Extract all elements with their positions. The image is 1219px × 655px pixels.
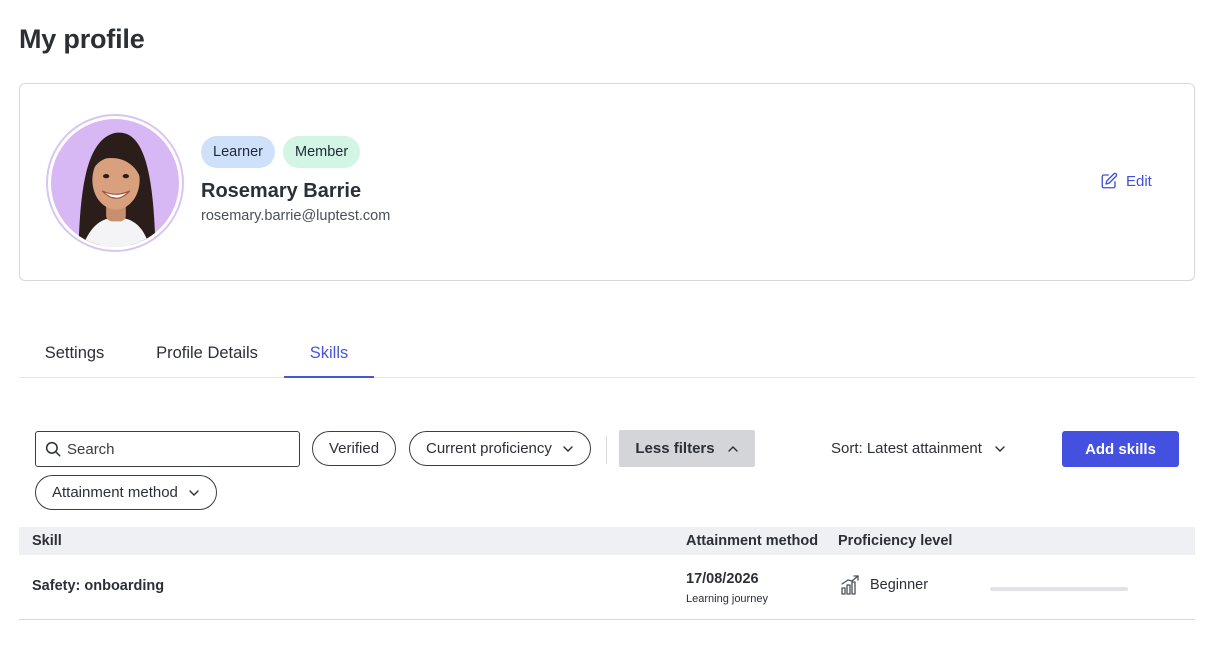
search-box[interactable]	[35, 431, 300, 467]
avatar	[51, 119, 179, 247]
proficiency-progress-bar	[990, 587, 1128, 591]
tab-skills[interactable]: Skills	[284, 331, 374, 378]
edit-icon	[1101, 172, 1118, 189]
proficiency-chart-icon	[841, 575, 859, 595]
current-proficiency-filter[interactable]: Current proficiency	[409, 431, 591, 466]
less-filters-button[interactable]: Less filters	[619, 430, 755, 467]
badge-learner: Learner	[201, 136, 275, 168]
attainment-method-label: Attainment method	[52, 484, 178, 501]
attainment-method-filter[interactable]: Attainment method	[35, 475, 217, 510]
search-input[interactable]	[67, 440, 287, 458]
current-proficiency-label: Current proficiency	[426, 440, 552, 457]
role-badges: Learner Member	[201, 136, 361, 168]
column-header-attainment-method: Attainment method	[686, 533, 819, 549]
profile-card: Learner Member Rosemary Barrie rosemary.…	[19, 83, 1195, 281]
table-row[interactable]: Safety: onboarding 17/08/2026 Learning j…	[19, 555, 1195, 620]
avatar-ring	[46, 114, 184, 252]
verified-label: Verified	[329, 440, 380, 457]
attainment-date: 17/08/2026	[686, 571, 759, 587]
edit-profile-button[interactable]: Edit	[1100, 172, 1152, 190]
column-header-skill: Skill	[32, 533, 62, 549]
sort-label: Sort: Latest attainment	[831, 440, 982, 457]
user-email: rosemary.barrie@luptest.com	[201, 208, 391, 224]
chevron-down-icon	[563, 445, 573, 452]
filter-divider	[606, 436, 607, 464]
tab-settings[interactable]: Settings	[43, 331, 106, 377]
edit-label: Edit	[1126, 172, 1152, 190]
chevron-up-icon	[727, 445, 738, 452]
attainment-method: Learning journey	[686, 593, 768, 605]
skill-name: Safety: onboarding	[32, 578, 165, 594]
chevron-down-icon	[995, 445, 1005, 452]
chevron-down-icon	[189, 489, 199, 496]
column-header-proficiency-level: Proficiency level	[838, 533, 953, 549]
search-icon	[45, 441, 61, 457]
user-name: Rosemary Barrie	[201, 180, 362, 202]
page-title: My profile	[19, 24, 145, 54]
proficiency-level: Beginner	[870, 577, 929, 593]
badge-member: Member	[282, 136, 361, 168]
less-filters-label: Less filters	[635, 440, 715, 457]
verified-filter-button[interactable]: Verified	[312, 431, 397, 466]
skills-table-header: Skill Attainment method Proficiency leve…	[19, 527, 1195, 555]
add-skills-button[interactable]: Add skills	[1062, 431, 1179, 467]
sort-dropdown[interactable]: Sort: Latest attainment	[831, 440, 1006, 457]
avatar-portrait-icon	[78, 132, 156, 247]
tab-profile-details[interactable]: Profile Details	[154, 331, 260, 377]
profile-tabs: Settings Profile Details Skills	[19, 331, 1195, 378]
